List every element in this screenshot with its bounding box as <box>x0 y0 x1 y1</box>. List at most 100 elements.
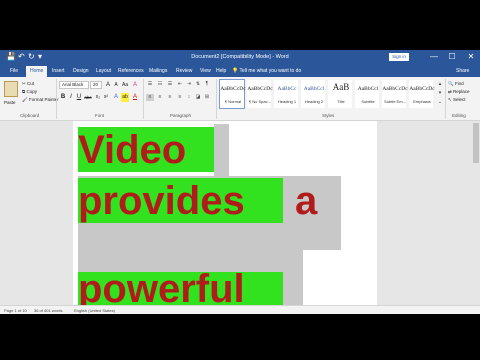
paste-label[interactable]: Paste <box>4 99 16 106</box>
word-count[interactable]: 36 of 401 words <box>34 307 62 314</box>
ribbon-home: Paste ✂ Cut ⧉ Copy 🖌 Format Painter Clip… <box>0 77 480 121</box>
document-word[interactable]: powerful <box>78 266 245 305</box>
decrease-indent-icon[interactable]: ⇤ <box>176 81 184 88</box>
increase-indent-icon[interactable]: ⇥ <box>185 81 193 88</box>
word-window: 💾 ↶ ↻ ▾ Document2 [Compatibility Mode] -… <box>0 50 480 314</box>
tab-insert[interactable]: Insert <box>48 66 69 77</box>
format-painter-label: Format Painter <box>28 97 59 102</box>
style-sample: AaBbCc <box>277 86 297 92</box>
clear-formatting-icon[interactable]: A <box>131 81 139 90</box>
numbering-icon[interactable]: ☷ <box>156 81 164 88</box>
superscript-button[interactable]: x² <box>102 93 110 102</box>
font-name-box[interactable]: Arial Black <box>59 81 89 89</box>
vertical-scrollbar[interactable] <box>472 121 480 305</box>
style-card[interactable]: AaBbCcl Subtitle <box>354 79 380 109</box>
maximize-icon[interactable]: ☐ <box>446 51 458 63</box>
style-card[interactable]: AaBbCcDc ¶ Normal <box>219 79 246 109</box>
document-area[interactable]: Video provides a powerful <box>0 121 480 305</box>
document-word[interactable]: provides <box>78 178 245 224</box>
subscript-button[interactable]: x₂ <box>94 93 102 102</box>
share-button[interactable]: Share <box>456 66 469 77</box>
divider <box>143 79 144 119</box>
styles-scroll-up-icon[interactable]: ▴ <box>436 81 444 88</box>
tab-layout[interactable]: Layout <box>92 66 115 77</box>
style-card[interactable]: AaBbCcDc ¶ No Spac... <box>246 79 273 109</box>
paste-icon[interactable] <box>4 81 18 97</box>
strikethrough-button[interactable]: abc <box>83 93 93 102</box>
align-left-icon[interactable]: ≡ <box>146 94 154 101</box>
close-icon[interactable]: ✕ <box>465 51 477 63</box>
justify-icon[interactable]: ≡ <box>176 94 184 101</box>
find-button[interactable]: 🔍 Find <box>448 80 464 87</box>
page-count[interactable]: Page 1 of 10 <box>4 307 27 314</box>
copy-label: Copy <box>26 89 37 94</box>
tab-mailings[interactable]: Mailings <box>145 66 171 77</box>
select-button[interactable]: ↖ Select <box>448 96 466 103</box>
align-right-icon[interactable]: ≡ <box>166 94 174 101</box>
tell-me-search[interactable]: 💡 Tell me what you want to do <box>232 66 301 77</box>
style-name: Title <box>337 99 345 104</box>
style-card[interactable]: AaBbCcDc Emphasis <box>408 79 435 109</box>
document-page[interactable]: Video provides a powerful <box>73 121 377 305</box>
copy-button[interactable]: ⧉ Copy <box>22 88 37 95</box>
text-effects-icon[interactable]: A <box>112 93 120 102</box>
show-marks-icon[interactable]: ¶ <box>203 81 211 88</box>
cut-button[interactable]: ✂ Cut <box>22 80 34 87</box>
shrink-font-icon[interactable]: A <box>112 81 120 90</box>
shading-icon[interactable]: ◪ <box>194 94 202 101</box>
line-spacing-icon[interactable]: ↕ <box>185 94 193 101</box>
tab-file[interactable]: File <box>6 66 22 77</box>
font-size-box[interactable]: 20 <box>90 81 102 89</box>
bullets-icon[interactable]: ☰ <box>146 81 154 88</box>
status-bar: Page 1 of 10 36 of 401 words English (Un… <box>0 305 480 314</box>
language-indicator[interactable]: English (United States) <box>74 307 115 314</box>
style-name: Heading 2 <box>304 99 324 104</box>
style-card[interactable]: AaBbCcDc Subtle Em... <box>381 79 408 109</box>
tab-home[interactable]: Home <box>26 66 48 77</box>
styles-scroll-down-icon[interactable]: ▾ <box>436 90 444 97</box>
ribbon-tabs: File Home Insert Design Layout Reference… <box>0 64 480 77</box>
document-word[interactable]: a <box>295 178 317 224</box>
minimize-icon[interactable]: — <box>428 51 440 63</box>
sort-icon[interactable]: ⇅ <box>194 81 202 88</box>
style-card[interactable]: AaB Title <box>327 79 353 109</box>
style-card[interactable]: AaBbCc Heading 1 <box>273 79 299 109</box>
align-center-icon[interactable]: ≡ <box>156 94 164 101</box>
title-bar: 💾 ↶ ↻ ▾ Document2 [Compatibility Mode] -… <box>0 50 480 64</box>
tab-references[interactable]: References <box>114 66 148 77</box>
tab-design[interactable]: Design <box>69 66 93 77</box>
multilevel-list-icon[interactable]: ☰ <box>166 81 174 88</box>
grow-font-icon[interactable]: A <box>104 81 112 90</box>
style-name: ¶ Normal <box>224 99 242 104</box>
format-painter-button[interactable]: 🖌 Format Painter <box>22 96 59 103</box>
italic-button[interactable]: I <box>67 93 75 102</box>
tab-review[interactable]: Review <box>172 66 196 77</box>
style-name: Subtitle <box>361 99 375 104</box>
style-sample: AaBbCcDc <box>409 86 435 92</box>
style-sample: AaBbCcDc <box>382 86 408 92</box>
cut-label: Cut <box>27 81 35 86</box>
tab-help[interactable]: Help <box>212 66 230 77</box>
style-sample: AaBbCcDc <box>247 86 273 92</box>
style-card[interactable]: AaBbCcl Heading 2 <box>300 79 326 109</box>
editing-group-label: Editing <box>452 113 466 118</box>
borders-icon[interactable]: ⊞ <box>203 94 211 101</box>
style-sample: AaBbCcDc <box>220 86 246 92</box>
select-label: Select <box>453 97 466 102</box>
font-color-icon[interactable]: A <box>131 93 139 102</box>
replace-button[interactable]: ⇄ Replace <box>448 88 470 95</box>
sign-in-button[interactable]: Sign in <box>389 53 409 61</box>
change-case-icon[interactable]: Aa <box>121 81 129 90</box>
bold-button[interactable]: B <box>59 93 67 102</box>
document-word[interactable]: Video <box>78 127 186 173</box>
highlight-color-icon[interactable]: ab <box>121 93 129 102</box>
underline-button[interactable]: U <box>75 93 83 102</box>
font-group-label: Font <box>95 113 105 118</box>
paragraph-shading <box>214 124 229 176</box>
clipboard-group-label: Clipboard <box>20 113 40 118</box>
scrollbar-thumb[interactable] <box>473 123 479 163</box>
divider <box>216 79 217 119</box>
styles-more-icon[interactable]: ⌄ <box>436 99 444 106</box>
tell-me-label: Tell me what you want to do <box>239 68 302 74</box>
style-name: ¶ No Spac... <box>249 99 271 104</box>
